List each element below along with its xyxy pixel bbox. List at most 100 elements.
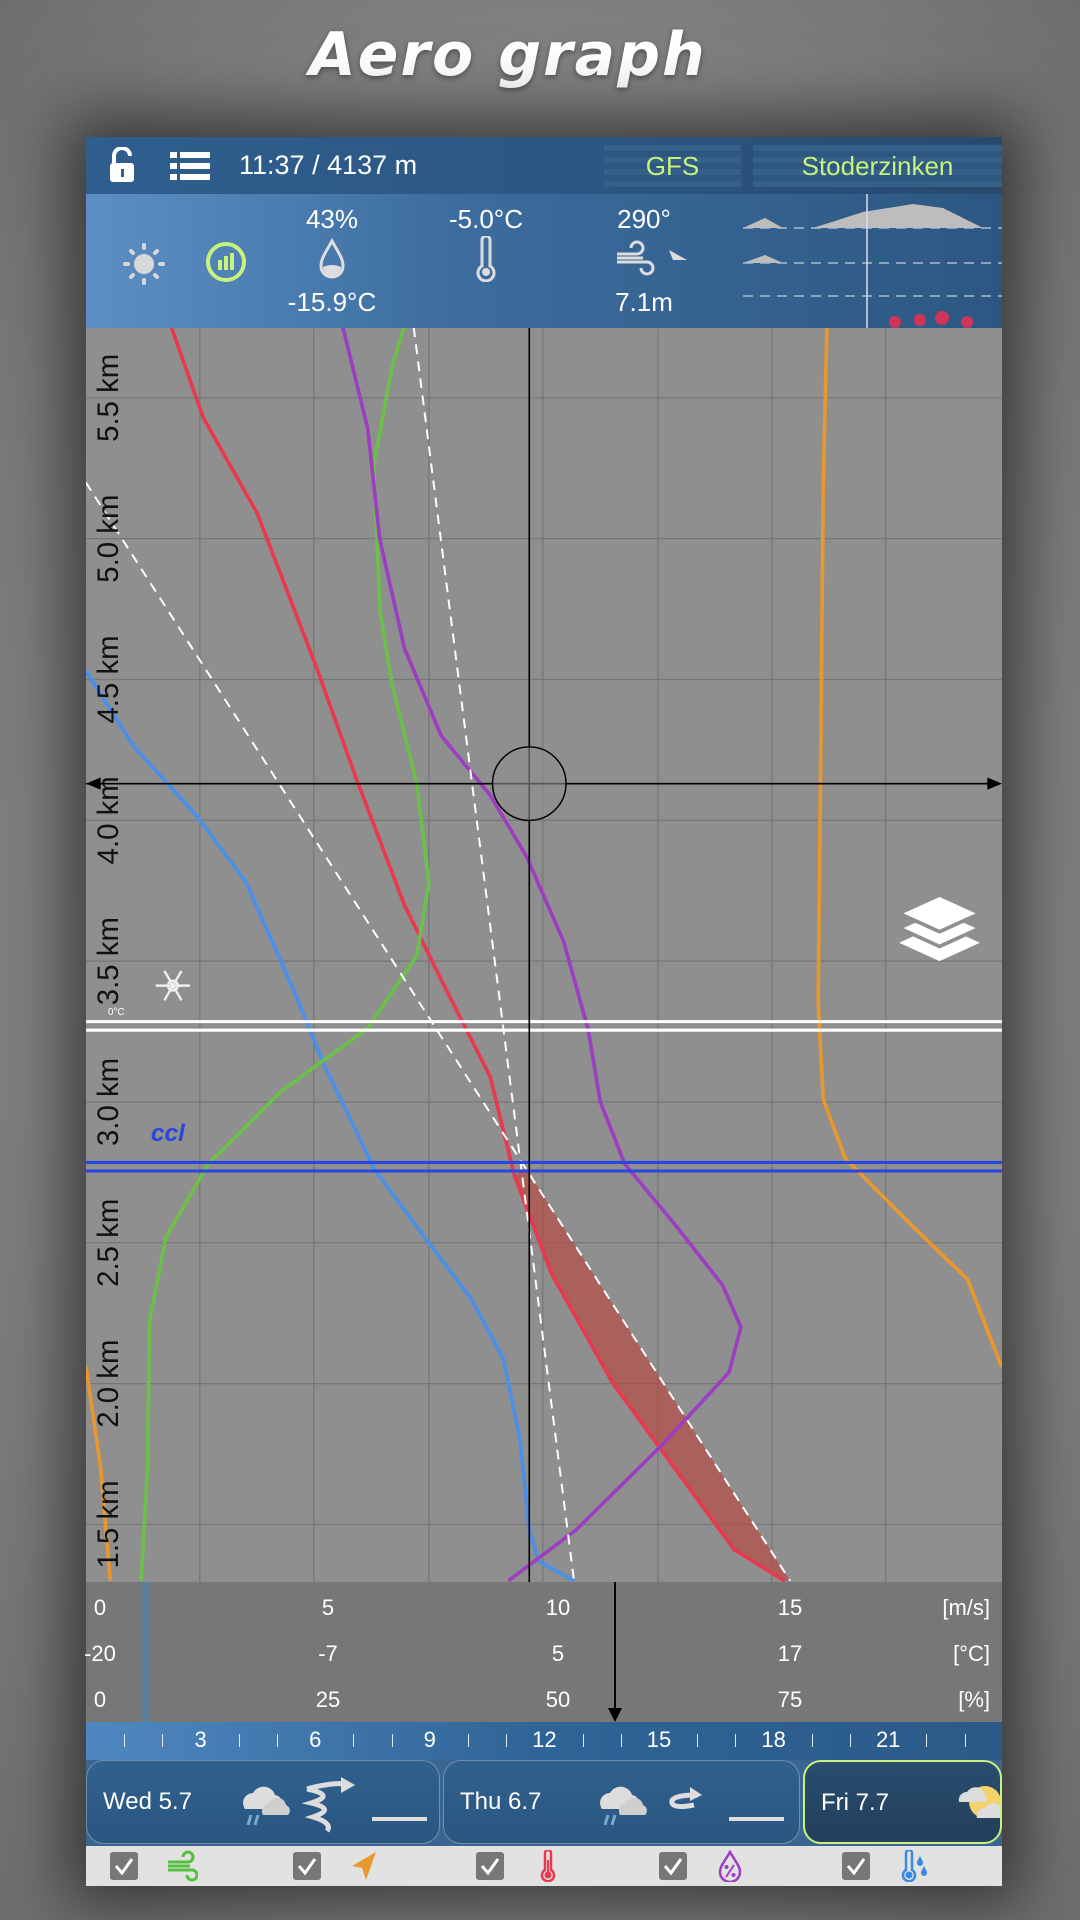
crosshair-vertical-extension	[614, 1582, 616, 1716]
x-axis-unit: [°C]	[953, 1641, 990, 1666]
hour-label: 3	[194, 1727, 207, 1752]
crosshair-arrow-icon	[608, 1708, 622, 1722]
rain-cloud-icon	[600, 1786, 647, 1826]
hour-tick	[620, 1734, 622, 1747]
sun-cloud-icon	[958, 1786, 1000, 1818]
hour-tick	[506, 1734, 508, 1747]
freezing-level-label: 0°C	[108, 1007, 124, 1018]
hour-tick	[391, 1734, 393, 1747]
rain-cloud-icon	[243, 1786, 290, 1826]
humidity-value: 43%	[305, 204, 359, 234]
day-label: Wed 5.7	[103, 1788, 192, 1815]
checkmark-icon	[297, 1858, 317, 1876]
wind-arrow-icon	[669, 1787, 702, 1810]
toggle-wind-direction-checkbox[interactable]	[293, 1852, 321, 1880]
y-tick-label: 2.5 km	[92, 1199, 125, 1287]
hour-tick	[735, 1734, 737, 1747]
hour-tick	[468, 1734, 469, 1747]
x-axis-tick-label: 50	[545, 1687, 571, 1712]
day-label: Thu 6.7	[460, 1788, 542, 1815]
day-label: Fri 7.7	[821, 1789, 890, 1816]
scale-marker	[141, 1582, 149, 1722]
unlock-icon[interactable]	[108, 147, 138, 183]
hour-tick	[697, 1734, 699, 1747]
x-axis-tick-label: 5	[321, 1595, 335, 1620]
sun-icon[interactable]	[122, 242, 166, 286]
checkmark-icon	[846, 1858, 866, 1876]
y-tick-label: 4.5 km	[92, 635, 125, 723]
checkmark-icon	[114, 1858, 134, 1876]
humidity-percent-icon	[718, 1850, 742, 1882]
precip-bar-icon	[372, 1817, 427, 1821]
chart-background	[86, 328, 1002, 1582]
hour-tick	[124, 1734, 126, 1747]
x-axis-tick-label: 15	[777, 1595, 803, 1620]
hour-tick	[162, 1734, 164, 1747]
time-altitude-readout: 11:37 / 4137 m	[239, 150, 418, 180]
wind-direction-value: 290°	[617, 204, 671, 234]
hour-label: 15	[646, 1727, 672, 1752]
toggle-dewpoint-checkbox[interactable]	[842, 1852, 870, 1880]
checkmark-icon	[663, 1858, 683, 1876]
menu-list-icon[interactable]	[170, 151, 210, 181]
ccl-label: ccl	[151, 1120, 186, 1147]
toggle-wind-checkbox[interactable]	[110, 1852, 138, 1880]
wind-swirl-icon	[301, 1777, 355, 1833]
hour-tick	[811, 1734, 813, 1747]
humidity-drop-icon	[319, 238, 345, 279]
hour-tick	[238, 1734, 240, 1747]
dewpoint-thermometer-icon	[901, 1850, 927, 1882]
wind-icon	[168, 1850, 198, 1882]
wind-speed-value: 7.1m	[615, 287, 673, 317]
thermometer-icon	[476, 236, 496, 282]
location-button[interactable]: Stoderzinken	[753, 145, 1002, 187]
x-axis-tick-label: -20	[84, 1641, 116, 1666]
axis-scales: 0 5 10 15 [m/s] -20 -7 5 17 [°C] 0 25 50 75 [%]	[84, 1582, 1002, 1722]
crosshair-handle[interactable]	[491, 746, 567, 822]
x-axis-tick-label: 75	[777, 1687, 803, 1712]
day-card-fri[interactable]: Fri 7.7	[803, 1760, 1002, 1844]
toggle-temperature-checkbox[interactable]	[476, 1852, 504, 1880]
y-tick-label: 3.0 km	[92, 1058, 125, 1146]
mini-terrain-chart[interactable]	[743, 194, 1002, 328]
aero-graph-panel: 11:37 / 4137 m GFS Stoderzinken 43% -15.…	[84, 137, 1002, 1886]
y-tick-label: 2.0 km	[92, 1340, 125, 1428]
hour-tick	[964, 1734, 966, 1747]
hour-label: 6	[309, 1727, 322, 1752]
hour-tick	[277, 1734, 278, 1747]
wind-icon	[617, 240, 687, 276]
y-tick-label: 5.5 km	[92, 354, 125, 442]
hour-tick	[353, 1734, 355, 1747]
x-axis-tick-label: 17	[777, 1641, 803, 1666]
x-axis-tick-label: 0	[93, 1687, 107, 1712]
temperature-value: -5.0°C	[449, 204, 523, 234]
toggle-humidity-checkbox[interactable]	[659, 1852, 687, 1880]
hour-tick	[850, 1734, 851, 1747]
x-axis-unit: [%]	[958, 1687, 990, 1712]
day-card-thu[interactable]: Thu 6.7	[443, 1760, 800, 1844]
direction-arrow-icon	[352, 1852, 376, 1880]
aero-chart[interactable]: 5.5 km 5.0 km 4.5 km 4.0 km 3.5 km 3.0 km 2.5 …	[86, 328, 1002, 1582]
thermometer-icon	[540, 1850, 556, 1882]
precip-bar-icon	[729, 1817, 784, 1821]
x-axis-tick-label: 5	[551, 1641, 565, 1666]
y-tick-label: 3.5 km	[92, 917, 125, 1005]
checkmark-icon	[480, 1858, 500, 1876]
layer-toggles	[86, 1846, 1002, 1886]
hour-tick	[582, 1734, 584, 1747]
x-axis-tick-label: 25	[315, 1687, 341, 1712]
app-title: Aero graph	[309, 20, 707, 90]
x-axis-unit: [m/s]	[942, 1595, 990, 1620]
graph-mode-icon[interactable]	[204, 240, 248, 284]
y-tick-label: 1.5 km	[92, 1480, 125, 1568]
day-card-wed[interactable]: Wed 5.7	[86, 1760, 440, 1844]
y-tick-label: 5.0 km	[92, 495, 125, 583]
x-axis-tick-label: 0	[93, 1595, 107, 1620]
model-button[interactable]: GFS	[604, 145, 741, 187]
hour-label: 9	[423, 1727, 436, 1752]
dewpoint-value: -15.9°C	[287, 287, 377, 317]
hour-label: 18	[761, 1727, 786, 1752]
day-selector: Wed 5.7 Thu 6.7 Fri 7.7	[86, 1760, 1002, 1846]
hour-timeline[interactable]: 3 6 9 12 15 18 21	[86, 1722, 1002, 1760]
hour-label: 21	[875, 1727, 901, 1752]
